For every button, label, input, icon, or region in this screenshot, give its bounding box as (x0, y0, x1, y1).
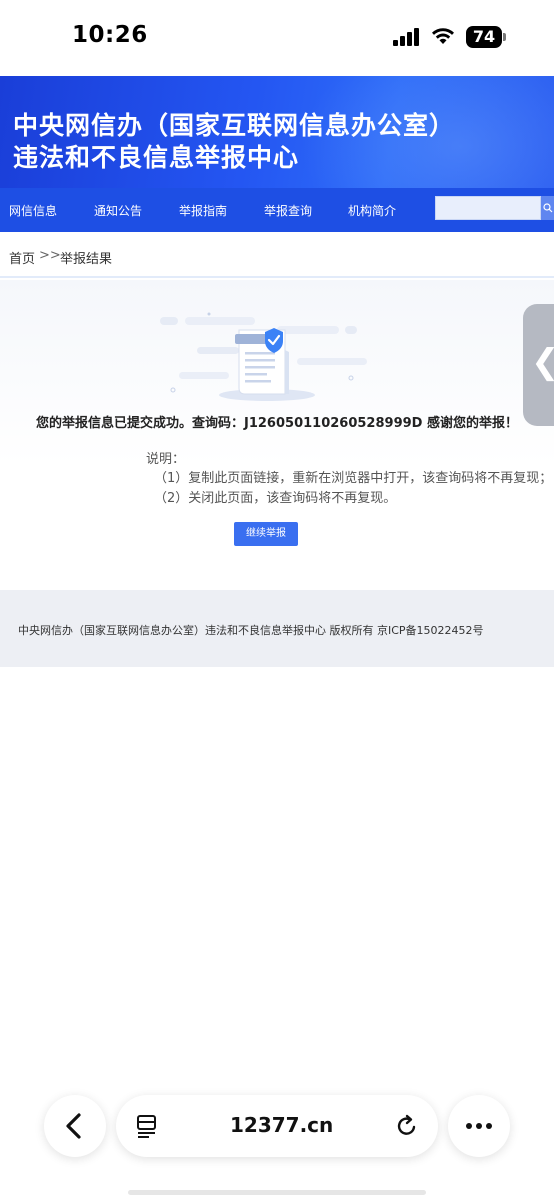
home-indicator (128, 1190, 426, 1195)
nav-item-news[interactable]: 网信信息 (9, 202, 57, 219)
browser-address-bar[interactable]: 12377.cn (116, 1095, 438, 1157)
wifi-icon (432, 28, 454, 44)
chevron-left-icon: ❮ (531, 342, 554, 382)
nav-item-query[interactable]: 举报查询 (264, 202, 312, 219)
site-title-line1: 中央网信办（国家互联网信息办公室） (13, 111, 456, 140)
battery-level: 74 (466, 26, 502, 48)
continue-report-button[interactable]: 继续举报 (234, 522, 298, 546)
note-line-2: （2）关闭此页面，该查询码将不再复现。 (154, 491, 397, 506)
reload-icon[interactable] (394, 1113, 420, 1139)
side-drawer-tab[interactable]: ❮ (523, 304, 554, 426)
site-footer: 中央网信办（国家互联网信息办公室）违法和不良信息举报中心 版权所有 京ICP备1… (0, 590, 554, 667)
note-line-1: （1）复制此页面链接，重新在浏览器中打开，该查询码将不再复现； (154, 471, 553, 486)
nav-item-guide[interactable]: 举报指南 (179, 202, 227, 219)
note-title: 说明： (146, 452, 186, 467)
site-title-line2: 违法和不良信息举报中心 (13, 143, 300, 172)
nav-item-notices[interactable]: 通知公告 (94, 202, 142, 219)
search-icon (542, 203, 552, 213)
breadcrumb: 首页 >> 举报结果 (0, 232, 554, 278)
breadcrumb-home[interactable]: 首页 (9, 248, 35, 267)
search-button[interactable] (541, 196, 554, 220)
browser-more-button[interactable] (448, 1095, 510, 1157)
nav-item-about[interactable]: 机构简介 (348, 202, 396, 219)
breadcrumb-current: 举报结果 (60, 252, 113, 267)
more-icon (466, 1123, 492, 1129)
cellular-signal-icon (393, 28, 421, 46)
chevron-left-icon (66, 1113, 81, 1139)
search-input[interactable] (435, 196, 541, 220)
battery-icon (503, 33, 506, 41)
footer-copyright: 中央网信办（国家互联网信息办公室）违法和不良信息举报中心 版权所有 京ICP备1… (18, 624, 484, 637)
breadcrumb-separator: >> (39, 248, 61, 263)
url-text: 12377.cn (230, 1113, 334, 1137)
success-message: 您的举报信息已提交成功。查询码：J126050110260528999D 感谢您… (36, 416, 518, 431)
reader-mode-icon[interactable] (136, 1114, 160, 1138)
report-success-illustration (160, 312, 367, 401)
status-bar: 10:26 74 (0, 0, 554, 76)
site-header-banner: 中央网信办（国家互联网信息办公室） 违法和不良信息举报中心 (0, 76, 554, 195)
screen: 10:26 74 中央网信办（国家互联网信息办公室） 违法和不良信息举报中心 网… (0, 0, 554, 1200)
status-time: 10:26 (72, 22, 148, 48)
browser-back-button[interactable] (44, 1095, 106, 1157)
